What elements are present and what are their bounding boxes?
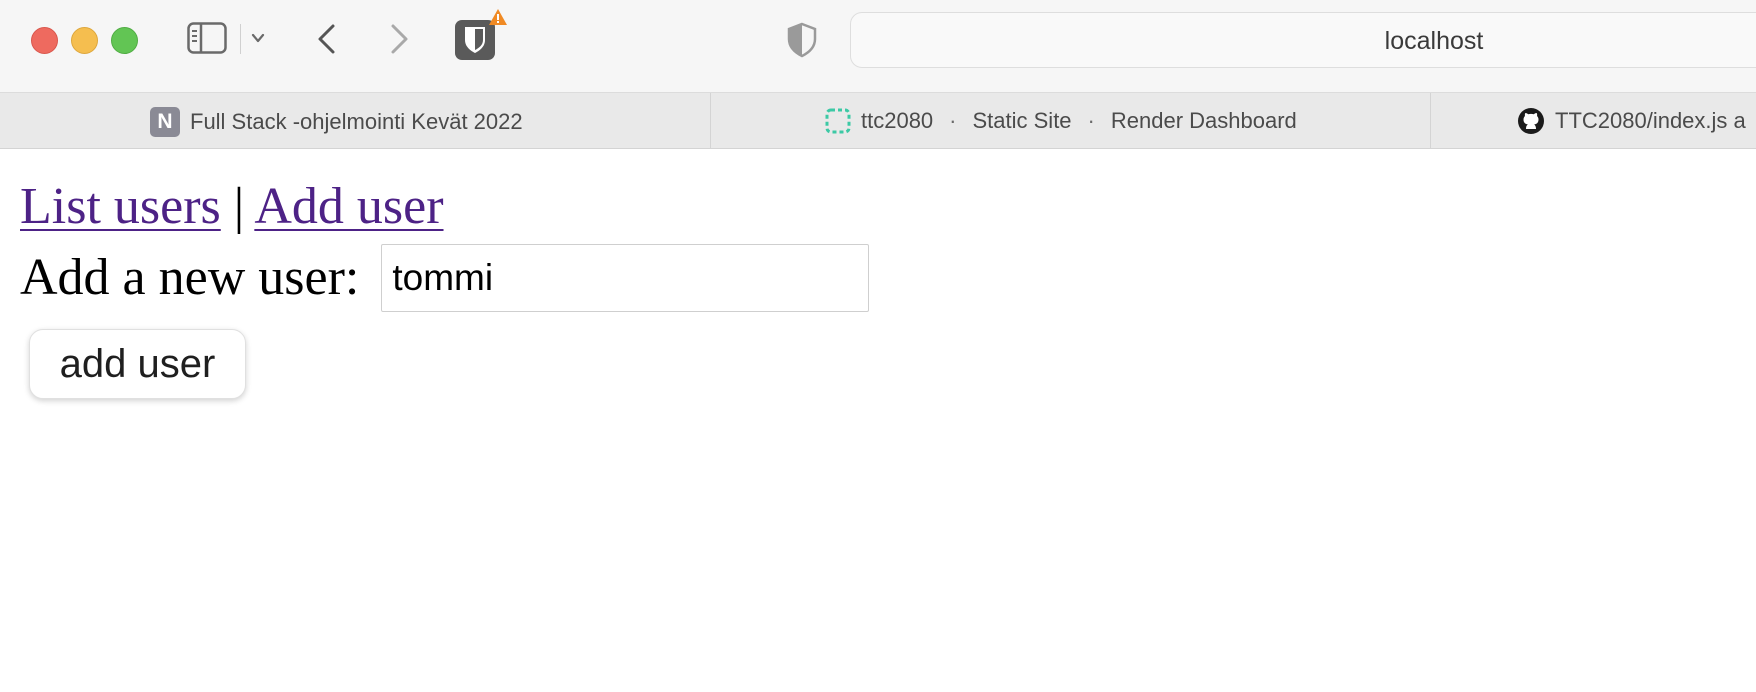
warning-badge-icon: [489, 9, 507, 25]
render-icon: [825, 108, 851, 134]
list-users-link[interactable]: List users: [20, 178, 221, 235]
tab-title-part: ttc2080: [861, 108, 934, 133]
username-input[interactable]: [381, 244, 870, 312]
page-content: List users | Add user Add a new user: ad…: [20, 172, 870, 399]
tab-title-part: Static Site: [972, 108, 1072, 133]
new-user-label: Add a new user:: [20, 249, 360, 306]
page-nav: List users | Add user: [20, 172, 444, 242]
tab-title: Full Stack -ohjelmointi Kevät 2022: [190, 109, 523, 134]
n-icon: N: [150, 107, 180, 137]
tab-render-dashboard[interactable]: ttc2080 · Static Site · Render Dashboard: [711, 93, 1431, 148]
forward-arrow-icon[interactable]: [386, 22, 412, 56]
tab-title: TTC2080/index.js a: [1555, 108, 1746, 133]
tab-github[interactable]: TTC2080/index.js a: [1431, 93, 1756, 148]
minimize-window-button[interactable]: [71, 27, 98, 54]
close-window-button[interactable]: [31, 27, 58, 54]
toolbar-divider: [240, 24, 241, 54]
add-user-link[interactable]: Add user: [254, 178, 443, 235]
add-user-button[interactable]: add user: [29, 329, 246, 399]
tab-title-separator: ·: [949, 108, 957, 133]
tab-title-part: Render Dashboard: [1110, 108, 1297, 133]
chevron-down-icon[interactable]: [250, 30, 266, 46]
nav-separator: |: [233, 178, 245, 235]
add-user-form: Add a new user:: [20, 244, 870, 312]
tab-strip: N Full Stack -ohjelmointi Kevät 2022 ttc…: [0, 93, 1756, 149]
privacy-shield-icon[interactable]: [786, 22, 818, 58]
github-icon: [1518, 108, 1544, 134]
tab-title-separator: ·: [1087, 108, 1095, 133]
browser-toolbar: localhost: [0, 0, 1756, 93]
back-arrow-icon[interactable]: [314, 22, 340, 56]
tab-full-stack[interactable]: N Full Stack -ohjelmointi Kevät 2022: [0, 93, 711, 148]
sidebar-toggle-icon[interactable]: [187, 22, 227, 54]
zoom-window-button[interactable]: [111, 27, 138, 54]
address-text: localhost: [1384, 27, 1484, 55]
